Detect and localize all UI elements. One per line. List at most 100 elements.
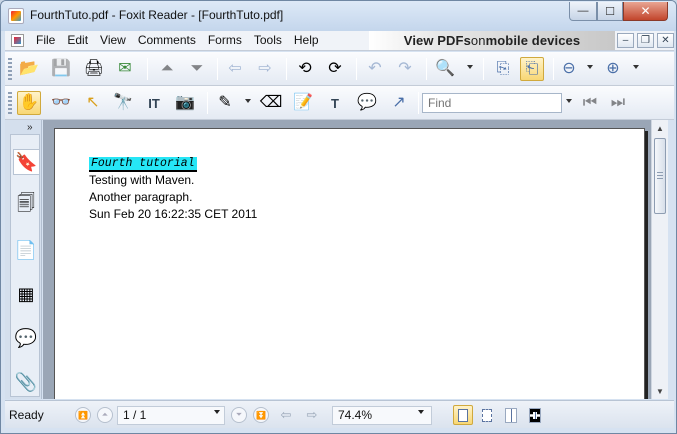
single-page-icon <box>458 408 468 422</box>
toolbar-grip[interactable] <box>8 92 12 114</box>
window-title: FourthTuto.pdf - Foxit Reader - [FourthT… <box>30 8 284 22</box>
callout-icon[interactable]: 💬 <box>355 91 379 115</box>
arrow-icon[interactable]: ↗ <box>387 91 411 115</box>
first-page-button[interactable]: ⏫ <box>75 407 91 423</box>
pointer-icon[interactable]: ↖ <box>81 91 105 115</box>
attachments-icon[interactable]: 📎 <box>13 369 39 395</box>
note-icon[interactable]: 📝 <box>291 91 315 115</box>
fit-width-icon[interactable]: ⎗ <box>520 57 544 81</box>
zoom-dropdown-arrow[interactable] <box>467 65 473 69</box>
menu-tools[interactable]: Tools <box>254 33 282 47</box>
find-dropdown-arrow[interactable] <box>566 99 572 103</box>
redo-icon[interactable]: ↷ <box>393 57 417 81</box>
continuous-page-icon <box>482 408 492 422</box>
eraser-icon[interactable]: ⌫ <box>259 91 283 115</box>
snapshot-icon[interactable]: 📷 <box>173 91 197 115</box>
layers-icon[interactable]: ▦ <box>13 281 39 307</box>
last-page-button[interactable]: ⏬ <box>253 407 269 423</box>
toolbar-grip[interactable] <box>8 58 12 80</box>
scrollbar-thumb[interactable] <box>654 138 666 214</box>
textbox-icon[interactable]: T <box>323 91 347 115</box>
document-line: Sun Feb 20 16:22:35 CET 2011 <box>89 207 258 221</box>
zoom-out-dropdown-arrow[interactable] <box>587 65 593 69</box>
tools-toolbar: ✋ 👓 ↖ 🔭 IT 📷 ✎ ⌫ 📝 T 💬 ↗ ⏮ ⏭ <box>5 86 674 120</box>
zoom-in-dropdown-arrow[interactable] <box>633 65 639 69</box>
document-viewport[interactable]: Fourth tutorial Testing with Maven. Anot… <box>43 120 651 399</box>
undo-icon[interactable]: ↶ <box>363 57 387 81</box>
minimize-button[interactable]: — <box>569 2 597 21</box>
toolbar-separator <box>286 58 287 80</box>
bookmarks-icon[interactable]: 🔖 <box>13 149 39 175</box>
continuous-facing-icon <box>529 407 541 423</box>
next-view-icon[interactable]: ⇨ <box>253 57 277 81</box>
continuous-view-button[interactable] <box>477 405 497 425</box>
binoculars-icon[interactable]: 🔭 <box>111 91 135 115</box>
print-icon[interactable]: 🖨 <box>82 57 106 81</box>
scroll-up-icon[interactable]: ▲ <box>652 120 668 136</box>
vertical-scrollbar[interactable]: ▲ ▼ <box>651 120 668 399</box>
zoom-in-circle-icon[interactable]: ⊕ <box>601 57 625 81</box>
previous-view-icon[interactable]: ⇦ <box>223 57 247 81</box>
document-minimize-button[interactable]: – <box>617 33 634 48</box>
next-view-icon[interactable]: ⇨ <box>303 406 321 424</box>
pdf-page[interactable]: Fourth tutorial Testing with Maven. Anot… <box>54 128 645 399</box>
toolbar-separator <box>483 58 484 80</box>
facing-view-button[interactable] <box>501 405 521 425</box>
menu-forms[interactable]: Forms <box>208 33 242 47</box>
maximize-button[interactable]: ☐ <box>597 2 623 21</box>
menu-view[interactable]: View <box>100 33 126 47</box>
find-next-icon[interactable]: ⏭ <box>606 91 630 115</box>
text-select-icon[interactable]: 👓 <box>49 91 73 115</box>
zoom-level-dropdown-arrow[interactable] <box>418 410 424 414</box>
toolbar-separator <box>356 58 357 80</box>
folder-open-icon[interactable]: 📂 <box>17 57 41 81</box>
toolbar-separator <box>147 58 148 80</box>
document-menu-icon[interactable] <box>11 34 24 47</box>
pages-icon[interactable]: 🗐 <box>13 193 39 219</box>
comment-bubble-icon[interactable]: 💬 <box>13 325 39 351</box>
menu-file[interactable]: File <box>36 33 55 47</box>
typewriter-icon[interactable]: IT <box>142 91 166 115</box>
menu-help[interactable]: Help <box>294 33 319 47</box>
email-icon[interactable]: ✉ <box>113 57 137 81</box>
panel-tabs: 🔖 🗐 📄 ▦ 💬 📎 <box>10 134 40 397</box>
save-icon[interactable]: 💾 <box>49 57 73 81</box>
close-button[interactable]: ✕ <box>623 2 668 21</box>
previous-page-button[interactable]: ⏶ <box>97 407 113 423</box>
fit-page-icon[interactable]: ⎘ <box>491 57 515 81</box>
scroll-down-icon[interactable]: ▼ <box>652 383 668 399</box>
find-input[interactable] <box>422 93 562 113</box>
rotate-left-icon[interactable]: ⟲ <box>293 57 317 81</box>
document-line: Testing with Maven. <box>89 173 195 187</box>
page-number-field[interactable]: 1 / 1 <box>117 406 225 425</box>
menu-comments[interactable]: Comments <box>138 33 196 47</box>
ad-banner[interactable]: View PDFs on mobile devices <box>369 31 615 50</box>
find-previous-icon[interactable]: ⏮ <box>578 91 602 115</box>
last-page-icon[interactable]: ⏷ <box>185 57 209 81</box>
expand-panel-icon[interactable]: » <box>27 122 33 133</box>
continuous-facing-view-button[interactable] <box>525 405 545 425</box>
foxit-app-icon[interactable] <box>8 8 24 24</box>
pencil-icon[interactable]: ✎ <box>213 91 237 115</box>
rotate-right-icon[interactable]: ⟳ <box>323 57 347 81</box>
page-content: Fourth tutorial Testing with Maven. Anot… <box>89 154 257 223</box>
zoom-out-circle-icon[interactable]: ⊖ <box>557 57 581 81</box>
ad-text-1: View PDFs <box>403 33 471 48</box>
pencil-dropdown-arrow[interactable] <box>245 99 251 103</box>
toolbar-separator <box>207 92 208 114</box>
next-page-button[interactable]: ⏷ <box>231 407 247 423</box>
ad-text-2: on <box>470 33 486 48</box>
single-page-view-button[interactable] <box>453 405 473 425</box>
zoom-level-field[interactable]: 74.4% <box>332 406 432 425</box>
menu-edit[interactable]: Edit <box>67 33 88 47</box>
zoom-in-icon[interactable]: 🔍 <box>433 57 457 81</box>
comments-list-icon[interactable]: 📄 <box>13 237 39 263</box>
first-page-icon[interactable]: ⏶ <box>155 57 179 81</box>
main-toolbar: 📂 💾 🖨 ✉ ⏶ ⏷ ⇦ ⇨ ⟲ ⟳ ↶ ↷ 🔍 ⎘ ⎗ ⊖ ⊕ <box>5 52 674 86</box>
previous-view-icon[interactable]: ⇦ <box>277 406 295 424</box>
facing-pages-icon <box>505 407 517 423</box>
document-close-button[interactable]: ✕ <box>657 33 674 48</box>
page-dropdown-arrow[interactable] <box>214 410 220 414</box>
document-restore-button[interactable]: ❐ <box>637 33 654 48</box>
hand-icon[interactable]: ✋ <box>17 91 41 115</box>
